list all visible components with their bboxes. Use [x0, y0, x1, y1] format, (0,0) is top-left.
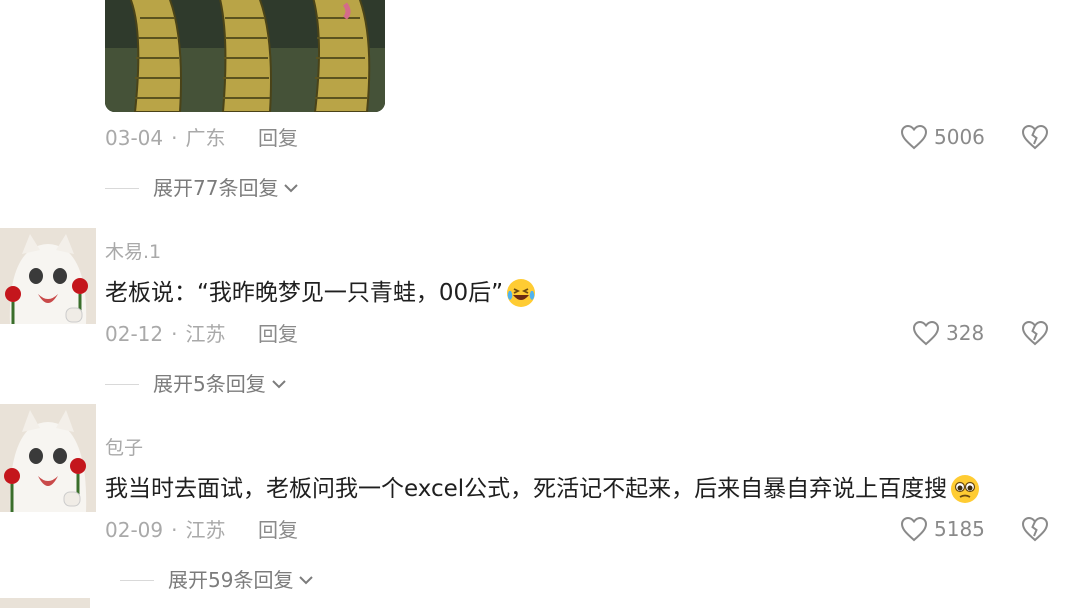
- divider-line: [105, 383, 139, 385]
- comment-location: 广东: [185, 126, 226, 150]
- comment-text: 老板说：“我昨晚梦见一只青蛙，00后”: [105, 280, 504, 306]
- expand-replies-button[interactable]: 展开59条回复: [120, 568, 315, 592]
- like-count: 328: [946, 321, 985, 345]
- chevron-down-icon: [284, 184, 299, 193]
- comment-date: 02-12: [105, 322, 164, 346]
- avatar[interactable]: [0, 228, 96, 324]
- comment-meta: 03-04 · 广东: [105, 126, 225, 150]
- divider-line: [105, 187, 139, 189]
- meta-separator: ·: [171, 518, 178, 542]
- expand-replies-label: 展开59条回复: [168, 568, 294, 592]
- heart-outline-icon: [900, 124, 928, 150]
- comment-meta: 02-09 · 江苏: [105, 518, 225, 542]
- expand-replies-label: 展开77条回复: [153, 176, 279, 200]
- reply-button[interactable]: 回复: [258, 518, 298, 542]
- dislike-button[interactable]: [1020, 319, 1050, 347]
- comment-meta: 02-12 · 江苏: [105, 322, 225, 346]
- like-button[interactable]: 5006: [900, 123, 985, 151]
- dislike-button[interactable]: [1020, 123, 1050, 151]
- like-button[interactable]: 5185: [900, 515, 985, 543]
- avatar[interactable]: [0, 404, 96, 512]
- heart-outline-icon: [912, 320, 940, 346]
- heart-outline-icon: [900, 516, 928, 542]
- like-count: 5006: [934, 125, 985, 149]
- broken-heart-icon: [1021, 516, 1049, 542]
- like-button[interactable]: 328: [912, 319, 984, 347]
- chevron-down-icon: [272, 380, 286, 389]
- divider-line: [120, 579, 154, 581]
- meta-separator: ·: [171, 126, 178, 150]
- laughing-tears-emoji: [507, 279, 536, 307]
- comment-date: 02-09: [105, 518, 164, 542]
- comment-text-row: 我当时去面试，老板问我一个excel公式，死活记不起来，后来自暴自弃说上百度搜: [105, 473, 981, 505]
- reply-button[interactable]: 回复: [258, 322, 298, 346]
- username[interactable]: 包子: [105, 436, 143, 460]
- avatar[interactable]: [0, 598, 90, 608]
- expand-replies-label: 展开5条回复: [153, 372, 266, 396]
- expand-replies-button[interactable]: 展开77条回复: [105, 176, 300, 200]
- username[interactable]: 木易.1: [105, 240, 161, 264]
- broken-heart-icon: [1021, 320, 1049, 346]
- expand-replies-button[interactable]: 展开5条回复: [105, 372, 288, 396]
- comment-text: 我当时去面试，老板问我一个excel公式，死活记不起来，后来自暴自弃说上百度搜: [105, 476, 948, 502]
- like-count: 5185: [934, 517, 985, 541]
- reply-button[interactable]: 回复: [258, 126, 298, 150]
- dislike-button[interactable]: [1020, 515, 1050, 543]
- broken-heart-icon: [1021, 124, 1049, 150]
- comment-text-row: 老板说：“我昨晚梦见一只青蛙，00后”: [105, 277, 537, 309]
- comment-location: 江苏: [185, 322, 226, 346]
- meta-separator: ·: [171, 322, 178, 346]
- comment-date: 03-04: [105, 126, 164, 150]
- comment-image-three-headed-snake[interactable]: [105, 0, 385, 112]
- pleading-emoji: [951, 475, 980, 503]
- chevron-down-icon: [299, 576, 314, 585]
- comment-location: 江苏: [185, 518, 226, 542]
